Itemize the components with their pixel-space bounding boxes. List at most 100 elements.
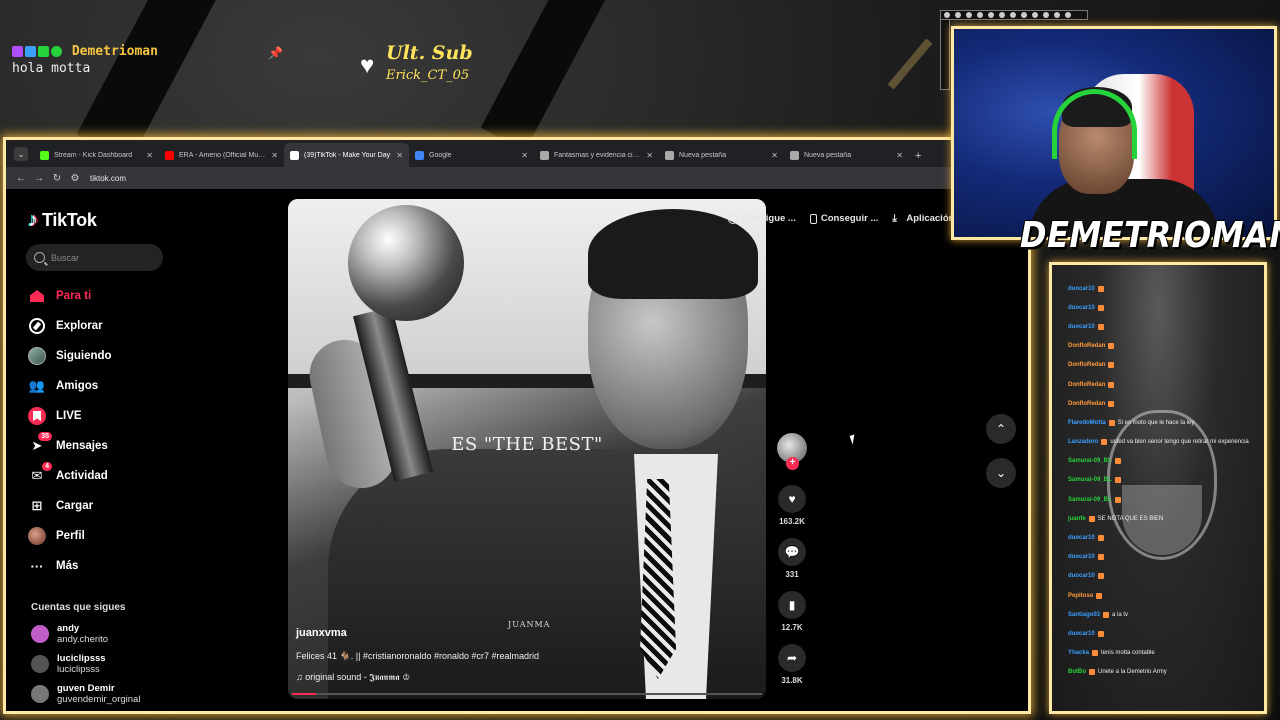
- creator-avatar[interactable]: +: [777, 433, 807, 470]
- emote-icon: [1096, 592, 1103, 599]
- close-tab-icon[interactable]: ✕: [146, 151, 153, 160]
- sidebar-item-más[interactable]: ··· Más: [28, 551, 188, 581]
- browser-tab[interactable]: ERA - Ameno (Official Music Vi... ✕: [159, 143, 284, 167]
- forward-icon[interactable]: →: [30, 173, 48, 184]
- tiktok-logo[interactable]: ♪ TikTok: [28, 209, 97, 232]
- chat-username: Samurai-09_BL: [1068, 458, 1112, 465]
- chat-message: duocar10: [1068, 279, 1264, 298]
- user-badges: [12, 46, 62, 57]
- following-account[interactable]: guven Demir guvendemir_orginal: [31, 679, 140, 709]
- rail-bolt-icon: [1065, 12, 1071, 18]
- video-author[interactable]: juanxvma: [296, 627, 347, 639]
- url-field[interactable]: tiktok.com: [90, 174, 126, 183]
- notification-badge: 35: [38, 432, 52, 441]
- search-box[interactable]: [26, 244, 163, 271]
- chevron-up-icon: ⌃: [995, 422, 1007, 436]
- tab-favicon-icon: [40, 150, 49, 160]
- chat-text: tenis motta contable: [1101, 650, 1155, 657]
- chat-message: BotBo Unete a la Demetrio Army: [1068, 663, 1264, 682]
- top-action-button[interactable]: ⤓ Aplicación: [892, 213, 954, 224]
- share-button[interactable]: ➦: [778, 644, 806, 672]
- close-tab-icon[interactable]: ✕: [396, 151, 403, 160]
- chat-message: duocar10: [1068, 298, 1264, 317]
- account-names: guven Demir guvendemir_orginal: [57, 683, 140, 705]
- sidebar-item-label: Cargar: [56, 500, 94, 512]
- video-progress-bar[interactable]: [292, 693, 762, 695]
- following-account[interactable]: luciclipsss luciclipsss: [31, 649, 140, 679]
- video-player[interactable]: ES "THE BEST" JUANMA juanxvma Felices 41…: [288, 199, 766, 699]
- chat-message: Samurai-09_BL: [1068, 471, 1264, 490]
- bookmark-icon: ▮: [788, 598, 796, 612]
- browser-tab[interactable]: Stream - Kick Dashboard ✕: [34, 143, 159, 167]
- chat-username: Lanzadoro: [1068, 439, 1099, 446]
- emote-icon: [1114, 477, 1121, 484]
- sidebar-item-actividad[interactable]: ✉ 4 Actividad: [28, 461, 188, 491]
- previous-video-button[interactable]: ⌃: [986, 414, 1016, 444]
- sidebar-item-amigos[interactable]: 👥 Amigos: [28, 371, 188, 401]
- close-tab-icon[interactable]: ✕: [521, 151, 528, 160]
- emote-icon: [1097, 554, 1104, 561]
- sidebar-item-explorar[interactable]: Explorar: [28, 311, 188, 341]
- save-count: 12.7K: [781, 623, 803, 632]
- account-names: luciclipsss luciclipsss: [57, 653, 106, 675]
- phone-icon: [809, 213, 817, 224]
- live-icon: [28, 407, 46, 425]
- sidebar-item-cargar[interactable]: ⊞ Cargar: [28, 491, 188, 521]
- comment-icon: 💬: [784, 545, 800, 559]
- follow-plus-icon[interactable]: +: [786, 457, 799, 470]
- account-handle: luciclipsss: [57, 664, 100, 675]
- tab-search-icon[interactable]: ⌄: [14, 147, 28, 161]
- reload-icon[interactable]: ↻: [48, 173, 66, 184]
- account-handle: guvendemir_orginal: [57, 694, 141, 705]
- sidebar-item-label: Mensajes: [56, 440, 108, 452]
- browser-tab[interactable]: Nueva pestaña ✕: [659, 143, 784, 167]
- tab-label: Nueva pestaña: [679, 151, 727, 159]
- emote-icon: [1097, 535, 1104, 542]
- sidebar-item-live[interactable]: LIVE: [28, 401, 188, 431]
- browser-tab[interactable]: (39)TikTok - Make Your Day ✕: [284, 143, 409, 167]
- next-video-button[interactable]: ⌄: [986, 458, 1016, 488]
- close-tab-icon[interactable]: ✕: [896, 151, 903, 160]
- browser-tab[interactable]: Nueva pestaña ✕: [784, 143, 909, 167]
- back-icon[interactable]: ←: [12, 173, 30, 184]
- live-shape: [28, 407, 46, 425]
- emote-icon: [1108, 419, 1115, 426]
- home-shape: [30, 290, 44, 302]
- search-input[interactable]: [51, 252, 151, 263]
- sidebar-item-siguiendo[interactable]: Siguiendo: [28, 341, 188, 371]
- video-sound[interactable]: ♫ original sound - 𝕵𝖚𝖆𝖓𝖒𝖆 ♔: [296, 672, 410, 683]
- top-action-button[interactable]: Consigue ...: [728, 213, 796, 224]
- new-tab-button[interactable]: +: [915, 150, 921, 162]
- rail-bolt-icon: [1043, 12, 1049, 18]
- heart-icon: ♥: [360, 52, 375, 79]
- browser-tab[interactable]: Google ✕: [409, 143, 534, 167]
- home-icon: [28, 287, 46, 305]
- account-name: andy: [57, 623, 80, 634]
- sidebar-item-para-ti[interactable]: Para ti: [28, 281, 188, 311]
- chat-username: Santiago03: [1068, 611, 1101, 618]
- download-icon: ⤓: [892, 212, 897, 224]
- emote-icon: [1097, 304, 1104, 311]
- chat-message: Pepitoso: [1068, 586, 1264, 605]
- close-tab-icon[interactable]: ✕: [646, 151, 653, 160]
- top-actions: Consigue ... Conseguir ... ⤓ Aplicación: [728, 213, 954, 224]
- chat-username: duocar10: [1068, 554, 1095, 561]
- save-button[interactable]: ▮: [778, 591, 806, 619]
- sidebar-item-mensajes[interactable]: ➤ 35 Mensajes: [28, 431, 188, 461]
- comment-button[interactable]: 💬: [778, 538, 806, 566]
- sidebar-item-perfil[interactable]: Perfil: [28, 521, 188, 551]
- browser-tab[interactable]: Fantasmas y evidencia científic... ✕: [534, 143, 659, 167]
- emote-icon: [1108, 362, 1115, 369]
- like-button[interactable]: ♥: [778, 485, 806, 513]
- top-action-button[interactable]: Conseguir ...: [809, 213, 878, 224]
- site-info-icon[interactable]: ⚙: [66, 173, 84, 184]
- close-tab-icon[interactable]: ✕: [771, 151, 778, 160]
- video-description: Felices 41 🐐. || #cristianoronaldo #rona…: [296, 651, 540, 661]
- chat-text: Si es moto que le hace la ley: [1117, 419, 1195, 426]
- close-tab-icon[interactable]: ✕: [271, 151, 278, 160]
- chat-username: duocar10: [1068, 304, 1095, 311]
- following-account[interactable]: andy andy.cherito: [31, 619, 140, 649]
- share-count: 31.8K: [781, 676, 803, 685]
- account-name: guven Demir: [57, 683, 115, 694]
- rail-bolt-icon: [1010, 12, 1016, 18]
